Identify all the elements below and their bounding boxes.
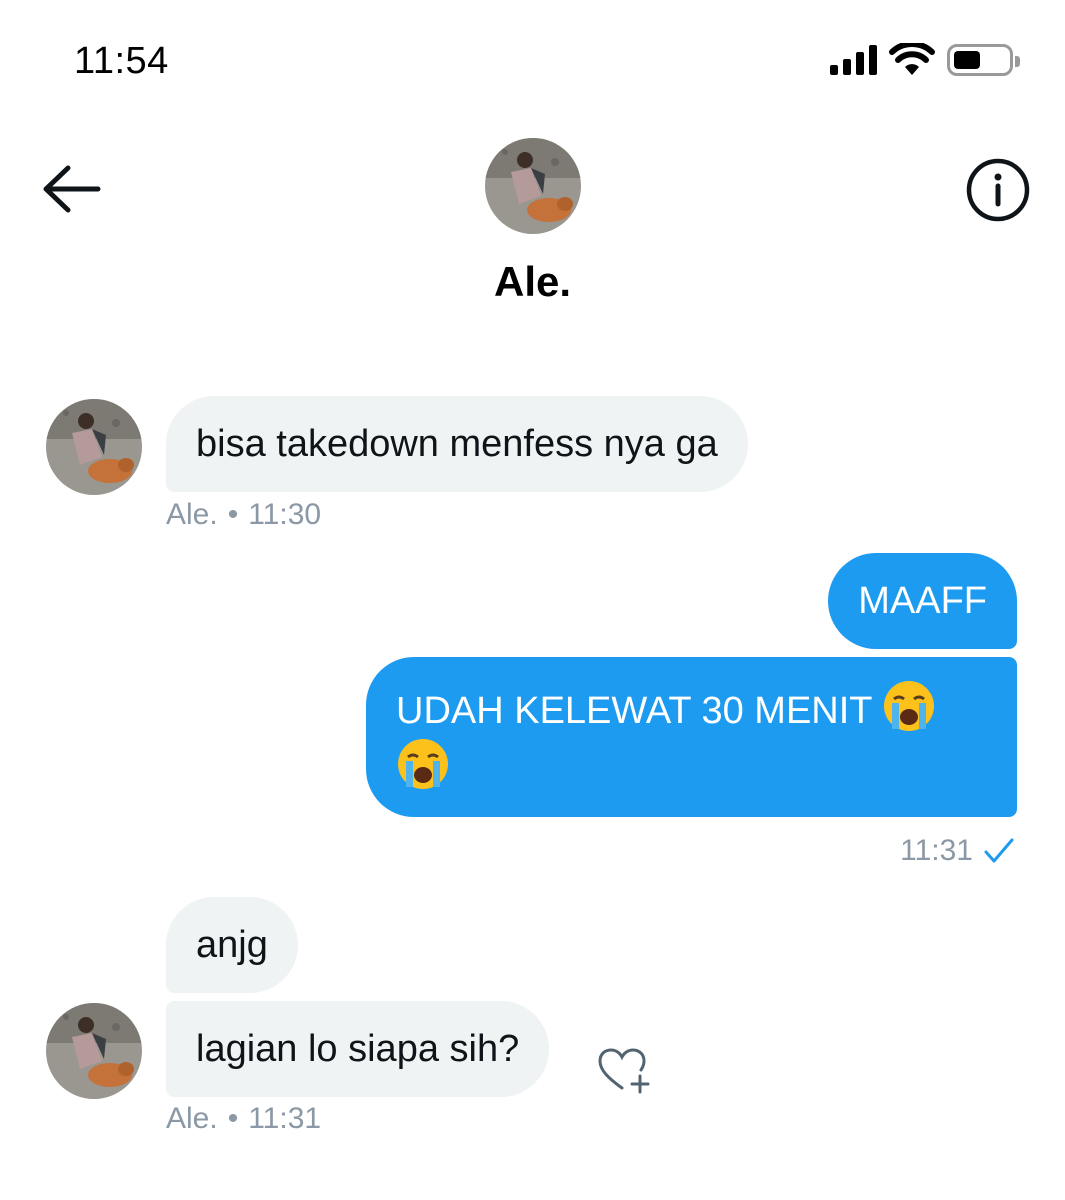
sender-name: Ale. — [166, 1102, 218, 1135]
signal-icon — [830, 45, 877, 75]
meta-separator: • — [227, 1102, 239, 1135]
header-avatar[interactable] — [485, 138, 581, 234]
message-meta: Ale. • 11:30 — [166, 498, 321, 532]
sender-avatar[interactable] — [46, 1003, 142, 1099]
message-bubble-outgoing[interactable]: MAAFF — [828, 553, 1017, 649]
message-text: MAAFF — [858, 580, 987, 622]
message-text: bisa takedown menfess nya ga — [196, 423, 718, 465]
avatar-photo — [485, 138, 581, 234]
message-time: 11:31 — [900, 834, 973, 867]
info-icon — [966, 158, 1030, 222]
message-bubble-incoming[interactable]: anjg — [166, 897, 298, 993]
message-text: lagian lo siapa sih? — [196, 1028, 520, 1070]
read-check-icon — [984, 838, 1014, 863]
loudly-crying-face-emoji — [882, 679, 936, 733]
heart-plus-icon — [598, 1048, 650, 1094]
sender-avatar[interactable] — [46, 399, 142, 495]
message-text: UDAH KELEWAT 30 MENIT — [396, 690, 872, 732]
message-bubble-incoming[interactable]: lagian lo siapa sih? — [166, 1001, 550, 1097]
avatar-photo — [46, 1003, 142, 1099]
message-text: anjg — [196, 924, 268, 966]
dm-conversation-screen: 11:54 Ale. bisa takedown menfess nya ga … — [0, 0, 1065, 1200]
message-meta: Ale. • 11:31 — [166, 1102, 321, 1136]
status-icons — [830, 40, 1020, 80]
info-button[interactable] — [964, 156, 1032, 224]
message-time: 11:31 — [248, 1102, 322, 1135]
sender-name: Ale. — [166, 498, 218, 531]
add-reaction-button[interactable] — [596, 1046, 656, 1096]
loudly-crying-face-emoji — [396, 737, 450, 791]
meta-separator: • — [227, 498, 239, 531]
message-meta: 11:31 — [900, 834, 1015, 868]
contact-name: Ale. — [493, 258, 572, 305]
back-arrow-icon — [43, 165, 101, 213]
battery-icon — [947, 44, 1020, 76]
back-button[interactable] — [40, 162, 102, 216]
status-time: 11:54 — [74, 40, 169, 82]
message-bubble-outgoing[interactable]: UDAH KELEWAT 30 MENIT — [366, 657, 1017, 817]
message-time: 11:30 — [248, 498, 322, 531]
message-bubble-incoming[interactable]: bisa takedown menfess nya ga — [166, 396, 748, 492]
wifi-icon — [889, 43, 935, 75]
avatar-photo — [46, 399, 142, 495]
